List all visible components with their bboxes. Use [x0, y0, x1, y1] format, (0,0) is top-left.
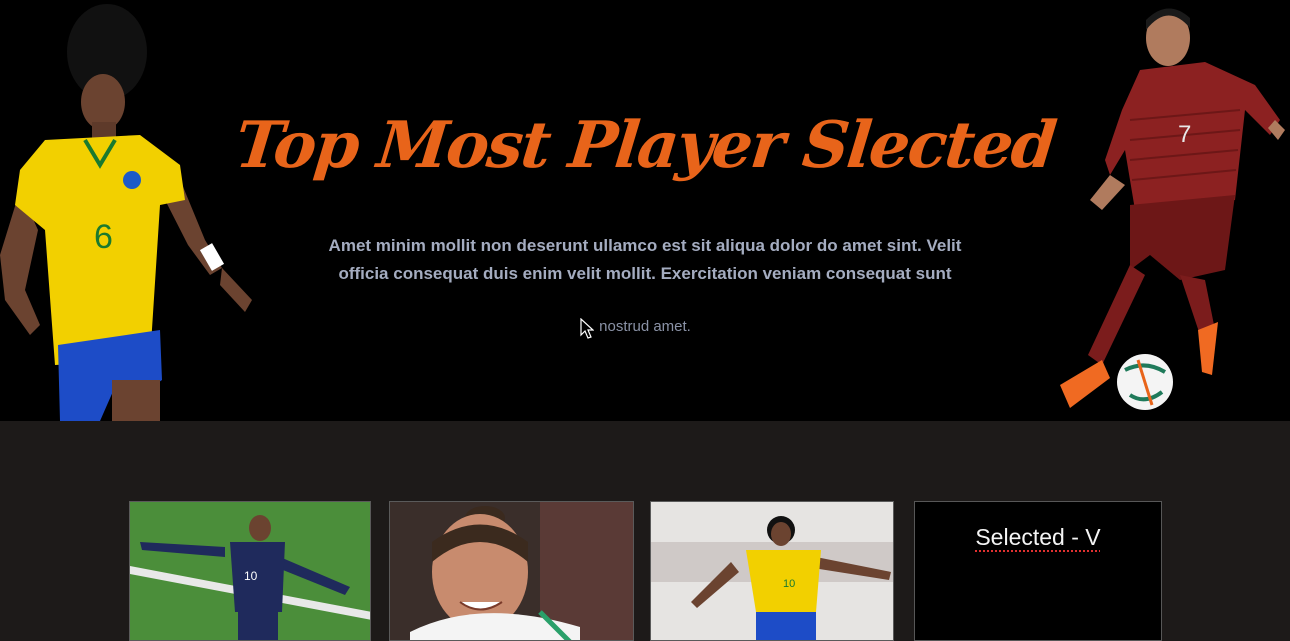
- card-jersey-number: 10: [244, 569, 258, 583]
- player-card-france[interactable]: 10: [129, 501, 371, 641]
- selected-player-card[interactable]: Selected - V: [914, 501, 1162, 641]
- hero-banner: 6 7 Top Most Player Slected Amet minim m…: [0, 0, 1290, 421]
- player-brazil-image: 6: [0, 4, 252, 421]
- hero-description: Amet minim mollit non deserunt ullamco e…: [328, 236, 962, 283]
- player-portrait-photo: [390, 502, 633, 640]
- right-jersey-number: 7: [1178, 121, 1191, 148]
- left-jersey-number: 6: [94, 218, 113, 256]
- hero-note: nostrud amet.: [599, 318, 691, 335]
- hero-title: Top Most Player Slected: [231, 108, 1059, 183]
- player-cards-section: 10 10 Selected - V: [0, 421, 1290, 641]
- mouse-cursor-icon: [580, 318, 594, 339]
- player-card-brazil[interactable]: 10: [650, 501, 894, 641]
- selected-label: Selected - V: [975, 524, 1101, 550]
- player-portugal-image: 7: [1060, 8, 1285, 410]
- card-jersey-number: 10: [783, 578, 795, 590]
- player-brazil-photo: 10: [651, 502, 893, 640]
- player-france-photo: 10: [130, 502, 370, 640]
- player-card-portrait[interactable]: [389, 501, 634, 641]
